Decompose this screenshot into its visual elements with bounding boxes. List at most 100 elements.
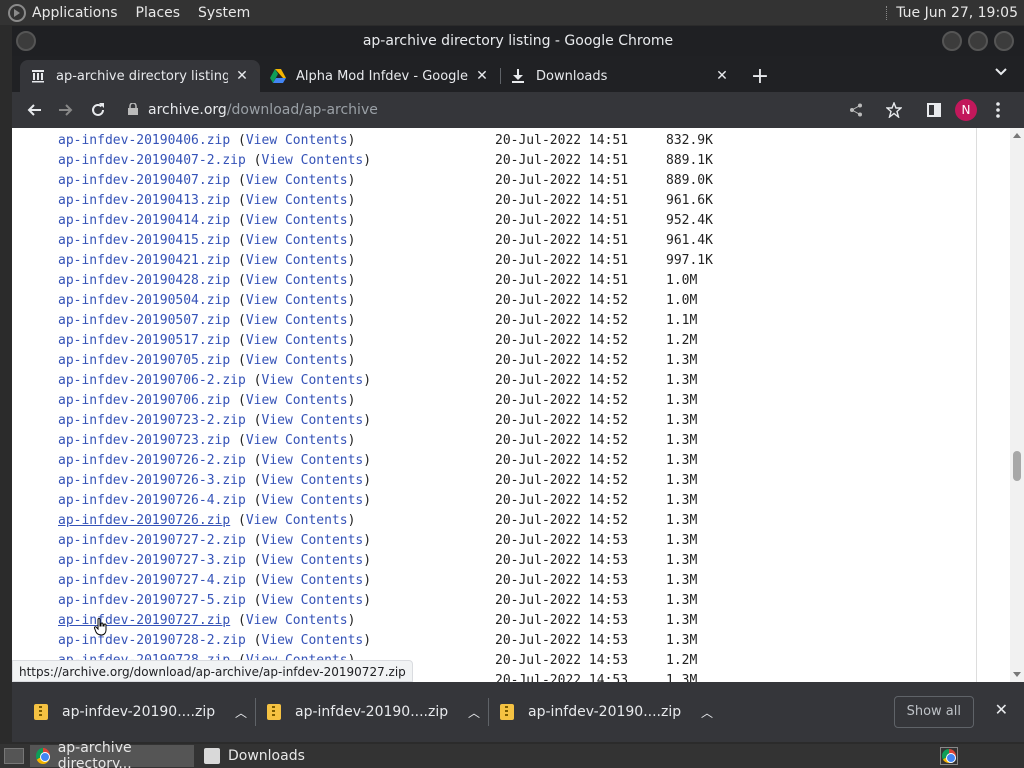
reload-icon[interactable]	[84, 96, 112, 124]
download-menu-chevron-icon[interactable]: ︿	[227, 704, 255, 721]
taskbar-downloads-window[interactable]: Downloads	[198, 745, 311, 767]
panel-clock[interactable]: Tue Jun 27, 19:05	[896, 5, 1018, 21]
download-item[interactable]: ap-infdev-20190....zip ︿	[488, 692, 721, 732]
scroll-up-icon[interactable]	[1013, 133, 1021, 138]
file-link[interactable]: ap-infdev-20190415.zip	[58, 233, 230, 248]
file-link[interactable]: ap-infdev-20190517.zip	[58, 333, 230, 348]
new-tab-icon[interactable]: +	[746, 62, 774, 90]
close-window-icon[interactable]	[994, 31, 1014, 51]
download-item[interactable]: ap-infdev-20190....zip ︿	[255, 692, 488, 732]
view-contents-link[interactable]: View Contents	[262, 553, 364, 568]
view-contents-link[interactable]: View Contents	[246, 273, 348, 288]
file-link[interactable]: ap-infdev-20190706.zip	[58, 393, 230, 408]
download-menu-chevron-icon[interactable]: ︿	[460, 704, 488, 721]
view-contents-link[interactable]: View Contents	[246, 433, 348, 448]
view-contents-link[interactable]: View Contents	[246, 513, 348, 528]
file-link[interactable]: ap-infdev-20190504.zip	[58, 293, 230, 308]
download-item[interactable]: ap-infdev-20190....zip ︿	[22, 692, 255, 732]
tray-chrome-icon[interactable]	[940, 747, 958, 765]
tab-ap-archive[interactable]: ap-archive directory listing ✕	[20, 60, 260, 92]
file-date: 20-Jul-2022 14:53	[495, 573, 629, 588]
view-contents-link[interactable]: View Contents	[246, 133, 348, 148]
view-contents-link[interactable]: View Contents	[262, 453, 364, 468]
file-link[interactable]: ap-infdev-20190727-4.zip	[58, 573, 246, 588]
minimize-icon[interactable]	[942, 31, 962, 51]
taskbar-chrome-window[interactable]: ap-archive directory...	[30, 740, 194, 768]
side-panel-icon[interactable]	[920, 96, 948, 124]
file-link[interactable]: ap-infdev-20190726-2.zip	[58, 453, 246, 468]
view-contents-link[interactable]: View Contents	[246, 173, 348, 188]
view-contents-link[interactable]: View Contents	[246, 353, 348, 368]
file-link[interactable]: ap-infdev-20190421.zip	[58, 253, 230, 268]
window-titlebar[interactable]: ap-archive directory listing - Google Ch…	[12, 26, 1024, 56]
file-link[interactable]: ap-infdev-20190726.zip	[58, 513, 230, 528]
lock-icon[interactable]	[128, 101, 138, 118]
view-contents-link[interactable]: View Contents	[262, 493, 364, 508]
menu-places[interactable]: Places	[136, 5, 181, 21]
view-contents-link[interactable]: View Contents	[262, 413, 364, 428]
view-contents-link[interactable]: View Contents	[262, 473, 364, 488]
file-link[interactable]: ap-infdev-20190728-2.zip	[58, 633, 246, 648]
menu-applications[interactable]: Applications	[32, 5, 118, 21]
file-link[interactable]: ap-infdev-20190407.zip	[58, 173, 230, 188]
view-contents-link[interactable]: View Contents	[246, 233, 348, 248]
file-link[interactable]: ap-infdev-20190406.zip	[58, 133, 230, 148]
view-contents-link[interactable]: View Contents	[246, 393, 348, 408]
tab-close-icon[interactable]: ✕	[714, 68, 730, 84]
file-link[interactable]: ap-infdev-20190727-5.zip	[58, 593, 246, 608]
system-logo-icon[interactable]	[8, 3, 26, 22]
file-link[interactable]: ap-infdev-20190723.zip	[58, 433, 230, 448]
address-bar[interactable]: archive.org/download/ap-archive	[120, 96, 920, 124]
menu-system[interactable]: System	[198, 5, 250, 21]
tab-google-drive[interactable]: Alpha Mod Infdev - Google Drive ✕	[260, 60, 500, 92]
view-contents-link[interactable]: View Contents	[246, 253, 348, 268]
view-contents-link[interactable]: View Contents	[262, 533, 364, 548]
maximize-icon[interactable]	[968, 31, 988, 51]
view-contents-link[interactable]: View Contents	[246, 193, 348, 208]
file-link[interactable]: ap-infdev-20190726-4.zip	[58, 493, 246, 508]
scroll-down-icon[interactable]	[1013, 672, 1021, 677]
view-contents-link[interactable]: View Contents	[246, 613, 348, 628]
view-contents-link[interactable]: View Contents	[246, 293, 348, 308]
tab-close-icon[interactable]: ✕	[474, 68, 490, 84]
file-link[interactable]: ap-infdev-20190705.zip	[58, 353, 230, 368]
archive-icon	[30, 68, 46, 84]
view-contents-link[interactable]: View Contents	[262, 633, 364, 648]
view-contents-link[interactable]: View Contents	[262, 593, 364, 608]
forward-icon[interactable]	[52, 96, 80, 124]
file-link[interactable]: ap-infdev-20190414.zip	[58, 213, 230, 228]
file-link[interactable]: ap-infdev-20190723-2.zip	[58, 413, 246, 428]
bookmark-star-icon[interactable]	[880, 96, 908, 124]
file-link[interactable]: ap-infdev-20190706-2.zip	[58, 373, 246, 388]
share-icon[interactable]	[842, 96, 870, 124]
file-link[interactable]: ap-infdev-20190727-3.zip	[58, 553, 246, 568]
file-link[interactable]: ap-infdev-20190727.zip	[58, 613, 230, 628]
show-desktop-icon[interactable]	[4, 748, 24, 764]
kebab-menu-icon[interactable]	[984, 96, 1012, 124]
window-menu-icon[interactable]	[16, 31, 36, 51]
file-link[interactable]: ap-infdev-20190413.zip	[58, 193, 230, 208]
show-all-button[interactable]: Show all	[893, 696, 974, 728]
file-size: 1.3M	[666, 453, 698, 468]
close-download-bar-icon[interactable]: ✕	[995, 700, 1008, 719]
tab-search-chevron-icon[interactable]	[994, 66, 1010, 82]
file-link[interactable]: ap-infdev-20190507.zip	[58, 313, 230, 328]
file-link[interactable]: ap-infdev-20190407-2.zip	[58, 153, 246, 168]
tab-close-icon[interactable]: ✕	[234, 68, 250, 84]
view-contents-link[interactable]: View Contents	[246, 213, 348, 228]
profile-avatar[interactable]: N	[952, 96, 980, 124]
page-scrollbar[interactable]	[1010, 128, 1024, 682]
tab-downloads[interactable]: Downloads ✕	[500, 60, 740, 92]
file-size: 1.0M	[666, 273, 698, 288]
view-contents-link[interactable]: View Contents	[262, 373, 364, 388]
download-menu-chevron-icon[interactable]: ︿	[693, 704, 721, 721]
file-link[interactable]: ap-infdev-20190727-2.zip	[58, 533, 246, 548]
back-icon[interactable]	[20, 96, 48, 124]
view-contents-link[interactable]: View Contents	[262, 153, 364, 168]
view-contents-link[interactable]: View Contents	[246, 313, 348, 328]
file-link[interactable]: ap-infdev-20190428.zip	[58, 273, 230, 288]
view-contents-link[interactable]: View Contents	[262, 573, 364, 588]
file-link[interactable]: ap-infdev-20190726-3.zip	[58, 473, 246, 488]
scroll-thumb[interactable]	[1013, 451, 1021, 481]
view-contents-link[interactable]: View Contents	[246, 333, 348, 348]
